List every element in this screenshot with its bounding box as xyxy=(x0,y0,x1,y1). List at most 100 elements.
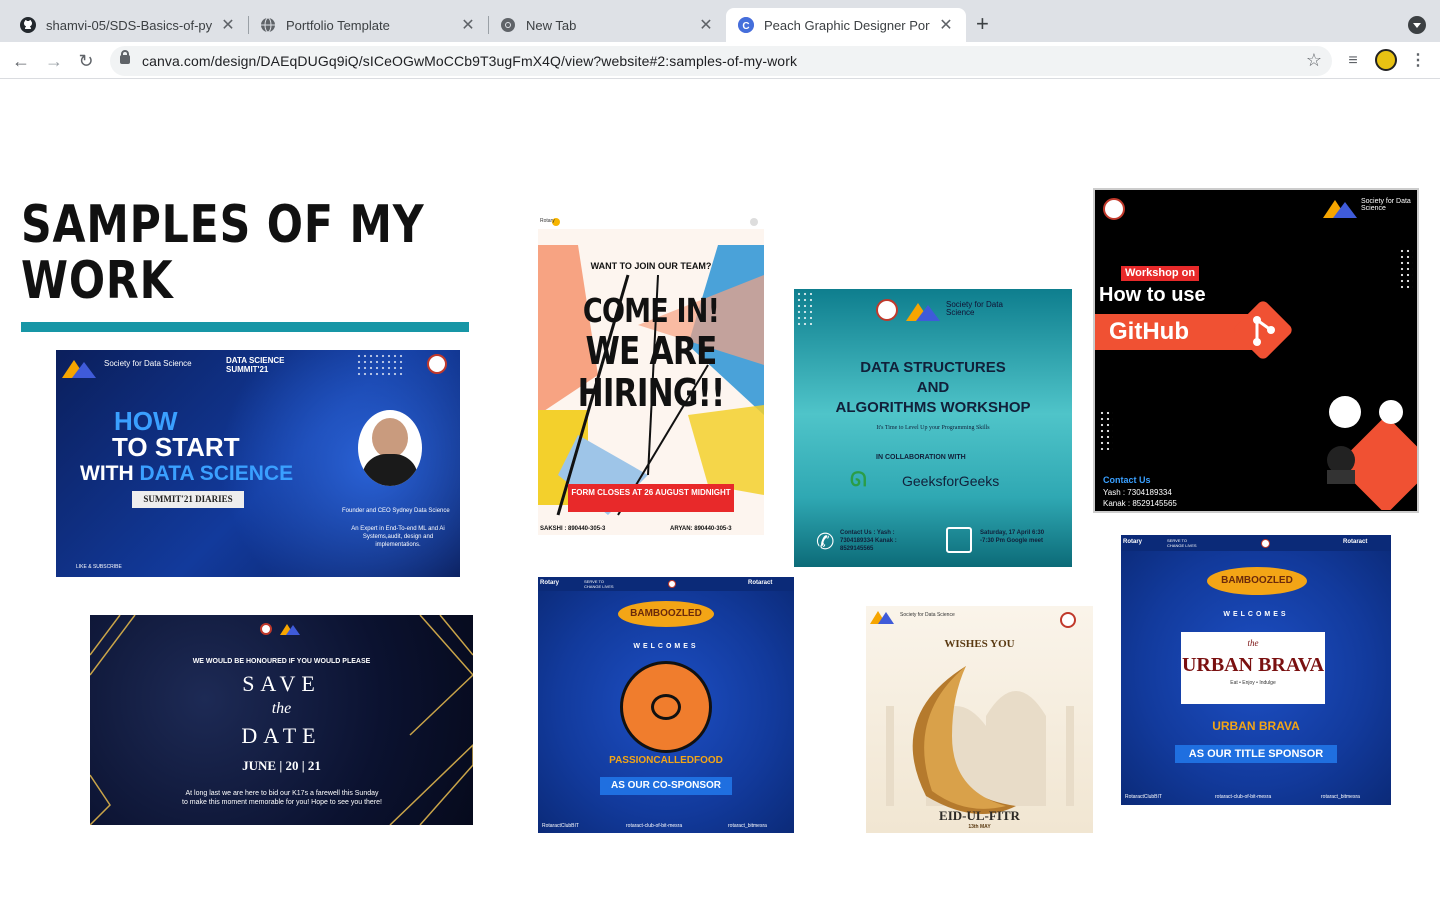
sponsor-role: AS OUR TITLE SPONSOR xyxy=(1175,745,1337,763)
dsa-date: Saturday, 17 April 6:30 -7:30 Pm Google … xyxy=(980,530,1045,544)
sample-save-the-date[interactable]: WE WOULD BE HONOURED IF YOU WOULD PLEASE… xyxy=(90,615,473,825)
close-tab-icon[interactable]: ✕ xyxy=(220,15,236,35)
menu-kebab-icon[interactable]: ⋮ xyxy=(1410,50,1426,72)
sample-bamboozled-co-sponsor[interactable]: Rotary SERVE TO CHANGE LIVES Rotaract BA… xyxy=(538,577,794,833)
facebook-handle: RotaractClubBIT xyxy=(1125,794,1162,800)
sponsor-logo xyxy=(620,661,712,753)
college-seal-icon xyxy=(1060,612,1076,628)
hiring-line-2: WE ARE xyxy=(585,329,718,373)
media-control-icon[interactable]: ≡ xyxy=(1343,50,1363,72)
bookmark-star-icon[interactable]: ☆ xyxy=(1306,50,1322,71)
gfg-logo-icon: ᘏ xyxy=(850,469,867,491)
page-title: SAMPLES OF MY WORK xyxy=(21,197,480,309)
mosque-crescent-illustration xyxy=(886,666,1074,814)
college-seal-icon xyxy=(876,299,898,321)
the-word: the xyxy=(271,700,292,717)
college-seal-icon xyxy=(260,623,272,635)
instagram-handle: rotaract_bitmesra xyxy=(728,823,767,829)
octocat-illustration xyxy=(1327,396,1417,510)
sponsor-name: PASSIONCALLEDFOOD xyxy=(609,755,723,766)
eid-wishes: WISHES YOU xyxy=(944,638,1015,650)
dsa-line-1: DATA STRUCTURES xyxy=(860,359,1006,376)
github-line-1: How to use xyxy=(1099,284,1206,306)
facebook-handle: RotaractClubBIT xyxy=(542,823,579,829)
tab-peach-portfolio[interactable]: C Peach Graphic Designer Portfolio ✕ xyxy=(726,8,966,42)
globe-icon xyxy=(260,17,276,33)
svg-text:C: C xyxy=(742,21,749,32)
sds-logo-icon xyxy=(280,624,300,635)
tab-strip: shamvi-05/SDS-Basics-of-pyth ✕ Portfolio… xyxy=(0,0,1440,42)
urban-brava-logo: the URBAN BRAVA Eat • Enjoy • Indulge xyxy=(1181,632,1325,704)
new-tab-button[interactable]: + xyxy=(976,12,989,36)
eid-title: EID-UL-FITR xyxy=(939,808,1020,823)
sponsor-name: URBAN BRAVA xyxy=(1212,719,1300,733)
save-word: SAVE xyxy=(242,671,321,696)
tab-github[interactable]: shamvi-05/SDS-Basics-of-pyth ✕ xyxy=(8,8,248,42)
event-date: JUNE | 20 | 21 xyxy=(242,758,321,773)
summit-badge: SUMMIT'21 DIARIES xyxy=(132,491,244,508)
tab-title: Peach Graphic Designer Portfolio xyxy=(764,17,930,33)
linkedin-handle: rotaract-club-of-bit-mesra xyxy=(626,823,683,829)
workshop-tag: Workshop on xyxy=(1121,266,1200,281)
phone-icon: ✆ xyxy=(816,529,835,554)
org-name: Society for Data Science xyxy=(1361,198,1411,212)
heading-line-2: WORK xyxy=(21,251,174,311)
forward-button[interactable]: → xyxy=(43,50,65,72)
heading-line-1: SAMPLES OF MY xyxy=(21,195,425,255)
close-tab-icon[interactable]: ✕ xyxy=(460,15,476,35)
serve-label: SERVE TO CHANGE LIVES xyxy=(584,579,614,589)
bamboozled-logo: BAMBOOZLED xyxy=(1207,567,1307,595)
contact-1: Yash : 7304189334 xyxy=(1103,488,1172,497)
close-tab-icon[interactable]: ✕ xyxy=(698,15,714,35)
collab-label: IN COLLABORATION WITH xyxy=(876,454,966,461)
rotaract-label: Rotaract xyxy=(1343,539,1368,545)
dsa-contact: Contact Us : Yash : 7304189334 Kanak : 8… xyxy=(840,530,897,552)
dsa-tagline: It's Time to Level Up your Programming S… xyxy=(876,425,990,431)
dot-pattern xyxy=(796,291,812,325)
tab-search-icon[interactable] xyxy=(1408,16,1426,34)
dot-pattern xyxy=(1399,248,1413,290)
close-tab-icon[interactable]: ✕ xyxy=(938,15,954,35)
dot-pattern xyxy=(1099,410,1113,450)
sample-eid-greeting[interactable]: Society for Data Science WISHES YOU EID-… xyxy=(866,606,1093,833)
sample-dss-summit[interactable]: Society for Data Science DATA SCIENCE SU… xyxy=(56,350,460,577)
sponsor-role: AS OUR CO-SPONSOR xyxy=(600,777,732,795)
event-name: DATA SCIENCE SUMMIT'21 xyxy=(226,356,285,374)
headline-line-3b: DATA SCIENCE xyxy=(139,462,294,485)
tab-new-tab[interactable]: New Tab ✕ xyxy=(488,8,726,42)
chrome-icon xyxy=(500,17,516,33)
headline-line-2: TO START xyxy=(112,432,240,462)
dot-pattern xyxy=(356,353,406,377)
welcomes-label: WELCOMES xyxy=(633,643,699,650)
canva-website-page: SAMPLES OF MY WORK Society for Data Scie… xyxy=(0,79,1440,900)
headline-line-3a: WITH xyxy=(80,462,134,485)
reload-button[interactable]: ↻ xyxy=(75,50,97,72)
date-word: DATE xyxy=(241,723,322,748)
rotaract-label: Rotaract xyxy=(748,580,773,586)
partner-name: GeeksforGeeks xyxy=(902,473,1000,489)
sample-bamboozled-title-sponsor[interactable]: Rotary SERVE TO CHANGE LIVES Rotaract BA… xyxy=(1121,535,1391,805)
hiring-line-1: COME IN! xyxy=(582,291,720,330)
sample-dsa-workshop[interactable]: Society for Data Science DATA STRUCTURES… xyxy=(794,289,1072,567)
sample-github-workshop[interactable]: Society for Data Science Workshop on How… xyxy=(1093,188,1419,513)
speaker-photo xyxy=(358,410,422,486)
hiring-top: WANT TO JOIN OUR TEAM? xyxy=(590,261,712,271)
rotary-label: Rotary xyxy=(540,580,560,586)
instagram-handle: rotaract_bitmesra xyxy=(1321,794,1360,800)
sample-hiring[interactable]: Rotary WANT TO JOIN OUR TEAM? COME IN! W… xyxy=(538,215,764,535)
tab-title: Portfolio Template xyxy=(286,17,390,33)
contact-title: Contact Us xyxy=(1103,475,1151,485)
linkedin-handle: rotaract-club-of-bit-mesra xyxy=(1215,794,1272,800)
url-text[interactable]: canva.com/design/DAEqDUGq9iQ/sICeOGwMoCC… xyxy=(142,53,797,69)
org-name: Society for Data Science xyxy=(946,300,1003,317)
sds-logo-icon xyxy=(870,611,894,624)
contact-right: ARYAN: 890440-305-3 xyxy=(670,526,732,532)
org-name: Society for Data Science xyxy=(104,359,192,368)
calendar-icon xyxy=(946,527,972,553)
back-button[interactable]: ← xyxy=(10,50,32,72)
tab-portfolio-template[interactable]: Portfolio Template ✕ xyxy=(248,8,488,42)
address-bar[interactable]: canva.com/design/DAEqDUGq9iQ/sICeOGwMoCC… xyxy=(110,46,1332,76)
sds-logo-icon xyxy=(62,360,96,378)
profile-avatar[interactable] xyxy=(1375,49,1397,71)
org-name: Society for Data Science xyxy=(900,612,955,618)
